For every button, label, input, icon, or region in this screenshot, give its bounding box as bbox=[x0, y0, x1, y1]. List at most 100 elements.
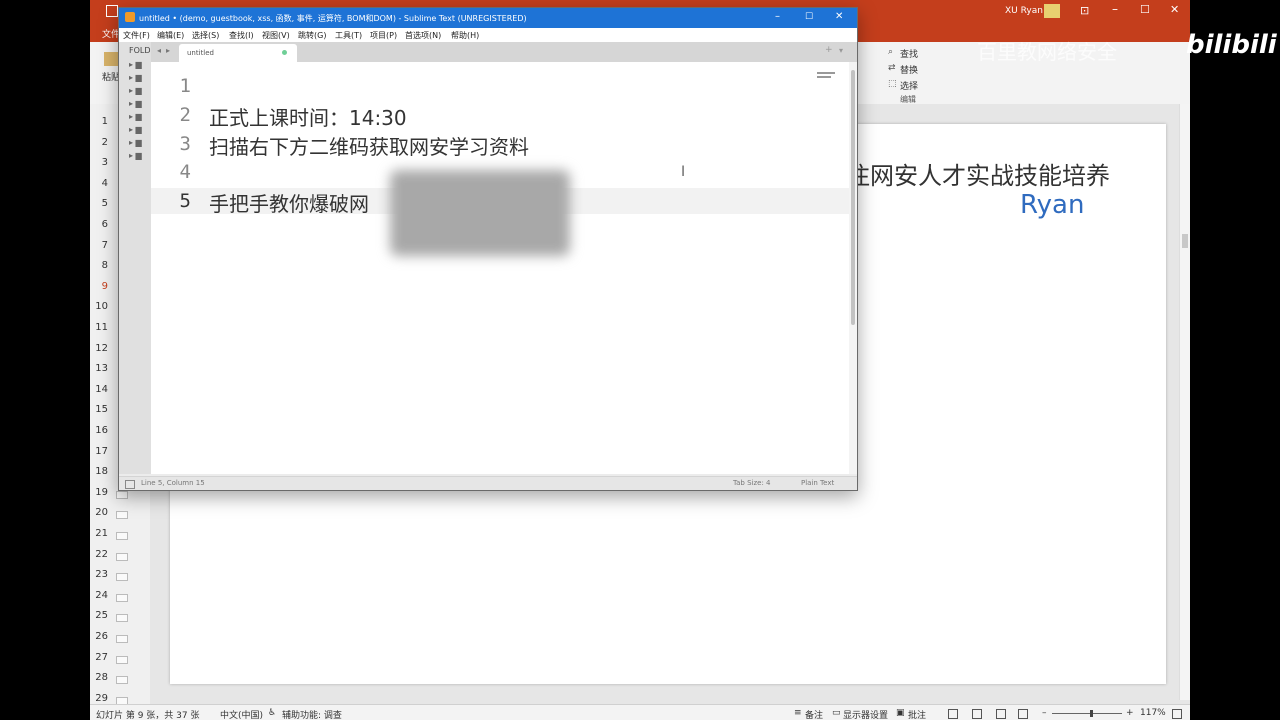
status-accessibility[interactable]: 辅助功能: 调查 bbox=[282, 708, 342, 720]
menu-find[interactable]: 查找(I) bbox=[229, 30, 254, 41]
tab-overflow-icon[interactable]: ▾ bbox=[839, 46, 843, 55]
code-line[interactable]: 正式上课时间：14:30 bbox=[209, 102, 407, 131]
menu-goto[interactable]: 跳转(G) bbox=[298, 30, 326, 41]
slide-thumbnail[interactable] bbox=[116, 573, 128, 582]
zoom-in-icon[interactable]: + bbox=[1126, 708, 1134, 718]
slide-number[interactable]: 26 bbox=[90, 631, 108, 642]
slide-heading-text[interactable]: 注网安人才实战技能培养 bbox=[846, 156, 1110, 191]
slide-thumbnail[interactable] bbox=[116, 655, 128, 664]
folder-item-3[interactable]: ▸ ▆ bbox=[129, 86, 142, 95]
find-button[interactable]: 查找 bbox=[900, 47, 918, 60]
close-icon[interactable]: ✕ bbox=[1170, 3, 1179, 16]
sublime-minimize-icon[interactable]: – bbox=[775, 11, 780, 22]
new-tab-icon[interactable]: + bbox=[825, 45, 833, 55]
slide-number[interactable]: 27 bbox=[90, 652, 108, 663]
tab-prev-icon[interactable]: ◂ bbox=[157, 46, 161, 55]
zoom-slider[interactable] bbox=[1052, 710, 1122, 717]
folder-item-8[interactable]: ▸ ▆ bbox=[129, 151, 142, 160]
slide-number[interactable]: 18 bbox=[90, 466, 108, 477]
status-language[interactable]: 中文(中国) bbox=[220, 708, 263, 720]
sublime-title-bar[interactable]: untitled • (demo, guestbook, xss, 函数, 事件… bbox=[119, 8, 857, 28]
maximize-icon[interactable]: ☐ bbox=[1140, 3, 1150, 16]
slide-number[interactable]: 20 bbox=[90, 507, 108, 518]
slide-thumbnail[interactable] bbox=[116, 552, 128, 561]
normal-view-icon[interactable] bbox=[948, 709, 958, 719]
slide-number[interactable]: 5 bbox=[90, 198, 108, 209]
ppt-scroll-thumb[interactable] bbox=[1182, 234, 1188, 248]
menu-project[interactable]: 项目(P) bbox=[370, 30, 397, 41]
tab-next-icon[interactable]: ▸ bbox=[166, 46, 170, 55]
menu-edit[interactable]: 编辑(E) bbox=[157, 30, 184, 41]
unsaved-dot-icon[interactable] bbox=[282, 50, 287, 55]
editor-scroll-thumb[interactable] bbox=[851, 70, 855, 325]
slide-number[interactable]: 8 bbox=[90, 260, 108, 271]
ppt-vertical-scrollbar[interactable] bbox=[1179, 104, 1190, 700]
select-button[interactable]: 选择 bbox=[900, 79, 918, 92]
slide-number[interactable]: 9 bbox=[90, 281, 108, 292]
folder-item-2[interactable]: ▸ ▆ bbox=[129, 73, 142, 82]
fit-slide-icon[interactable] bbox=[1172, 709, 1182, 719]
slide-number[interactable]: 17 bbox=[90, 446, 108, 457]
display-settings-button[interactable]: 显示器设置 bbox=[843, 708, 888, 720]
slide-thumbnail[interactable] bbox=[116, 635, 128, 643]
ribbon-display-icon[interactable]: ⊡ bbox=[1080, 4, 1089, 17]
slide-number[interactable]: 13 bbox=[90, 363, 108, 374]
menu-file[interactable]: 文件(F) bbox=[123, 30, 150, 41]
slide-number[interactable]: 12 bbox=[90, 343, 108, 354]
menu-selection[interactable]: 选择(S) bbox=[192, 30, 219, 41]
slide-sorter-icon[interactable] bbox=[972, 709, 982, 719]
folder-item-1[interactable]: ▸ ▆ bbox=[129, 60, 142, 69]
slide-number[interactable]: 10 bbox=[90, 301, 108, 312]
slide-number[interactable]: 4 bbox=[90, 178, 108, 189]
slide-thumbnail[interactable] bbox=[116, 614, 128, 623]
slide-number[interactable]: 7 bbox=[90, 240, 108, 251]
slide-number[interactable]: 25 bbox=[90, 610, 108, 621]
zoom-out-icon[interactable]: – bbox=[1042, 708, 1047, 718]
slide-number[interactable]: 21 bbox=[90, 528, 108, 539]
save-icon[interactable] bbox=[106, 5, 118, 17]
avatar[interactable] bbox=[1044, 4, 1060, 18]
menu-view[interactable]: 视图(V) bbox=[262, 30, 290, 41]
slide-number[interactable]: 29 bbox=[90, 693, 108, 704]
slide-number[interactable]: 24 bbox=[90, 590, 108, 601]
slide-number[interactable]: 16 bbox=[90, 425, 108, 436]
code-line[interactable]: 手把手教你爆破网 bbox=[209, 188, 369, 217]
reading-view-icon[interactable] bbox=[996, 709, 1006, 719]
sublime-close-icon[interactable]: ✕ bbox=[835, 11, 843, 22]
slideshow-icon[interactable] bbox=[1018, 709, 1028, 719]
code-editor[interactable]: 1 2 3 4 5 正式上课时间：14:30 扫描右下方二维码获取网安学习资料 … bbox=[151, 62, 849, 474]
slide-number[interactable]: 15 bbox=[90, 404, 108, 415]
slide-thumbnail[interactable] bbox=[116, 511, 128, 520]
notes-button[interactable]: 备注 bbox=[805, 708, 823, 720]
slide-thumbnail[interactable] bbox=[116, 676, 128, 685]
slide-thumbnail[interactable] bbox=[116, 593, 128, 602]
folder-item-6[interactable]: ▸ ▆ bbox=[129, 125, 142, 134]
folder-item-5[interactable]: ▸ ▆ bbox=[129, 112, 142, 121]
code-line[interactable]: 扫描右下方二维码获取网安学习资料 bbox=[209, 131, 529, 160]
slide-number[interactable]: 19 bbox=[90, 487, 108, 498]
status-syntax[interactable]: Plain Text bbox=[801, 479, 834, 487]
slide-number[interactable]: 3 bbox=[90, 157, 108, 168]
status-panel-icon[interactable] bbox=[125, 480, 135, 489]
slide-number[interactable]: 2 bbox=[90, 137, 108, 148]
slide-number[interactable]: 11 bbox=[90, 322, 108, 333]
slide-number[interactable]: 22 bbox=[90, 549, 108, 560]
slide-number[interactable]: 6 bbox=[90, 219, 108, 230]
sublime-sidebar[interactable]: FOLD ▸ ▆ ▸ ▆ ▸ ▆ ▸ ▆ ▸ ▆ ▸ ▆ ▸ ▆ ▸ ▆ bbox=[119, 42, 152, 474]
sublime-maximize-icon[interactable]: ☐ bbox=[805, 12, 813, 22]
zoom-slider-thumb[interactable] bbox=[1090, 710, 1093, 717]
slide-author-text[interactable]: Ryan bbox=[1020, 190, 1084, 220]
slide-number[interactable]: 14 bbox=[90, 384, 108, 395]
menu-help[interactable]: 帮助(H) bbox=[451, 30, 479, 41]
menu-tools[interactable]: 工具(T) bbox=[335, 30, 362, 41]
folder-item-4[interactable]: ▸ ▆ bbox=[129, 99, 142, 108]
minimap[interactable] bbox=[817, 72, 835, 80]
replace-button[interactable]: 替换 bbox=[900, 63, 918, 76]
menu-preferences[interactable]: 首选项(N) bbox=[405, 30, 441, 41]
slide-thumbnail[interactable] bbox=[116, 532, 128, 540]
status-tab-size[interactable]: Tab Size: 4 bbox=[733, 479, 770, 487]
folder-item-7[interactable]: ▸ ▆ bbox=[129, 138, 142, 147]
slide-number[interactable]: 1 bbox=[90, 116, 108, 127]
slide-thumbnail[interactable] bbox=[116, 490, 128, 499]
zoom-level[interactable]: 117% bbox=[1140, 708, 1166, 718]
